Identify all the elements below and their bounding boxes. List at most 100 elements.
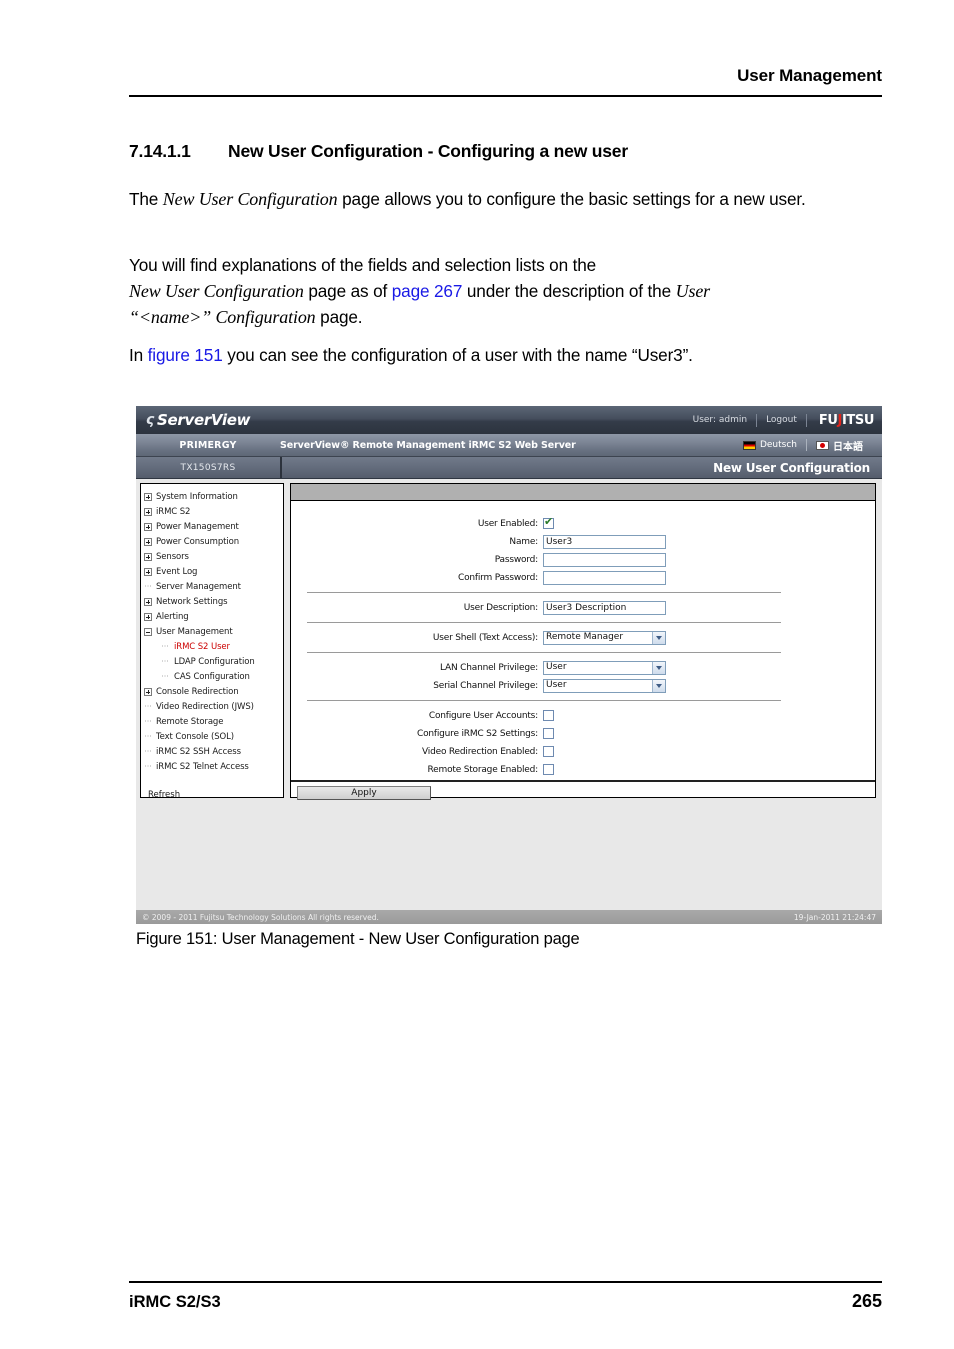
tree-item-label: Video Redirection (JWS) [156, 701, 254, 712]
tree-item-label: Remote Storage [156, 716, 224, 727]
p2-italic-nameconfig: “<name>” Configuration [129, 307, 316, 327]
tree-item-power-management[interactable]: Power Management [144, 519, 281, 534]
tree-item-ldap-configuration[interactable]: ··· LDAP Configuration [144, 654, 281, 669]
tree-connector-icon: ··· [144, 581, 152, 591]
link-page-267[interactable]: page 267 [392, 281, 463, 301]
tree-item-video-redirection-jws[interactable]: ··· Video Redirection (JWS) [144, 699, 281, 714]
tree-item-power-consumption[interactable]: Power Consumption [144, 534, 281, 549]
app-context-bar: TX150S7RS New User Configuration [136, 457, 882, 479]
p1-text-b: page allows you to configure the basic s… [337, 189, 806, 209]
input-user-description[interactable]: User3 Description [543, 600, 666, 615]
product-title: ServerView® Remote Management iRMC S2 We… [280, 439, 576, 451]
collapse-icon[interactable] [144, 627, 152, 636]
logout-link[interactable]: Logout [757, 415, 806, 425]
checkbox-configure-irmc[interactable] [543, 728, 554, 739]
input-name[interactable]: User3 [543, 534, 666, 549]
tree-connector-icon: ··· [144, 746, 152, 756]
tree-item-label: CAS Configuration [174, 671, 250, 682]
app-top-bar-right: User: admin Logout FUJITSU [684, 413, 882, 428]
tree-item-irmc-s2-user[interactable]: ··· iRMC S2 User [144, 639, 281, 654]
select-lan-privilege-value: User [546, 662, 567, 672]
tree-item-label: iRMC S2 SSH Access [156, 746, 241, 757]
checkbox-configure-user-accounts[interactable] [543, 710, 554, 721]
tree-item-alerting[interactable]: Alerting [144, 609, 281, 624]
expand-icon[interactable] [144, 507, 152, 516]
new-user-form: User Enabled: Name: User3 Password: Conf… [291, 515, 875, 800]
tree-item-system-information[interactable]: System Information [144, 489, 281, 504]
tree-item-irmc-s2[interactable]: iRMC S2 [144, 504, 281, 519]
field-confirm-password: Confirm Password: [291, 569, 875, 586]
tree-item-event-log[interactable]: Event Log [144, 564, 281, 579]
input-password[interactable] [543, 552, 666, 567]
footer-timestamp: 19-Jan-2011 21:24:47 [793, 912, 876, 922]
refresh-link[interactable]: Refresh [144, 790, 281, 797]
label-configure-irmc: Configure iRMC S2 Settings: [417, 728, 538, 739]
tree-item-server-management[interactable]: ··· Server Management [144, 579, 281, 594]
tree-connector-icon: ··· [161, 641, 169, 651]
tree-connector-icon: ··· [144, 731, 152, 741]
tree-item-cas-configuration[interactable]: ··· CAS Configuration [144, 669, 281, 684]
embedded-screenshot: ς ServerView User: admin Logout FUJITSU P… [136, 406, 882, 924]
tree-item-label: iRMC S2 User [174, 641, 230, 652]
language-german[interactable]: Deutsch [734, 440, 806, 450]
server-node-tab[interactable]: TX150S7RS [136, 457, 282, 478]
tree-item-label: LDAP Configuration [174, 656, 255, 667]
expand-icon[interactable] [144, 597, 152, 606]
expand-icon[interactable] [144, 552, 152, 561]
form-divider-4 [307, 700, 781, 701]
field-configure-user-accounts: Configure User Accounts: [291, 707, 875, 724]
p2-line1: You will find explanations of the fields… [129, 255, 597, 275]
expand-icon[interactable] [144, 492, 152, 501]
language-japanese[interactable]: 日本語 [807, 438, 872, 453]
link-figure-151[interactable]: figure 151 [148, 345, 223, 365]
paragraph-explanations: You will find explanations of the fields… [129, 252, 884, 330]
select-lan-privilege[interactable]: User [543, 660, 666, 675]
serverview-logo: ς ServerView [146, 411, 251, 429]
label-user-enabled: User Enabled: [477, 518, 538, 529]
p2-text-d: page. [315, 307, 363, 327]
tree-item-irmc-s2-ssh-access[interactable]: ··· iRMC S2 SSH Access [144, 744, 281, 759]
tree-item-remote-storage[interactable]: ··· Remote Storage [144, 714, 281, 729]
field-configure-irmc: Configure iRMC S2 Settings: [291, 725, 875, 742]
primergy-label: PRIMERGY [179, 439, 237, 451]
expand-icon[interactable] [144, 567, 152, 576]
apply-button[interactable]: Apply [297, 786, 431, 800]
field-serial-privilege: Serial Channel Privilege: User [291, 677, 875, 694]
p1-text-a: The [129, 189, 163, 209]
field-video-redirection: Video Redirection Enabled: [291, 743, 875, 760]
form-divider-2 [307, 622, 781, 623]
tree-item-irmc-s2-telnet-access[interactable]: ··· iRMC S2 Telnet Access [144, 759, 281, 774]
app-body: System Information iRMC S2 Power Managemen… [136, 479, 882, 914]
select-serial-privilege[interactable]: User [543, 678, 666, 693]
select-user-shell[interactable]: Remote Manager [543, 630, 666, 645]
tree-item-label: iRMC S2 [156, 506, 191, 517]
paragraph-intro: The New User Configuration page allows y… [129, 186, 884, 212]
expand-icon[interactable] [144, 612, 152, 621]
label-confirm-password: Confirm Password: [457, 572, 538, 583]
expand-icon[interactable] [144, 687, 152, 696]
tree-item-text-console-sol[interactable]: ··· Text Console (SOL) [144, 729, 281, 744]
checkbox-user-enabled[interactable] [543, 516, 554, 529]
tree-item-label: System Information [156, 491, 238, 502]
expand-icon[interactable] [144, 522, 152, 531]
checkbox-video-redirection[interactable] [543, 746, 554, 757]
current-user-label: User: admin [692, 415, 748, 425]
select-user-shell-value: Remote Manager [546, 632, 624, 642]
field-user-description: User Description: User3 Description [291, 599, 875, 616]
german-flag-icon [742, 440, 756, 450]
tree-item-label: Text Console (SOL) [156, 731, 234, 742]
checkbox-remote-storage[interactable] [543, 764, 554, 775]
language-japanese-label: 日本語 [833, 441, 863, 453]
tree-item-sensors[interactable]: Sensors [144, 549, 281, 564]
tree-item-network-settings[interactable]: Network Settings [144, 594, 281, 609]
label-serial-privilege: Serial Channel Privilege: [433, 680, 538, 691]
panel-title-strip [291, 484, 875, 501]
input-confirm-password[interactable] [543, 570, 666, 585]
footer-rule [129, 1281, 882, 1283]
tree-item-label: Alerting [156, 611, 189, 622]
running-head-title: User Management [737, 66, 882, 85]
label-video-redirection: Video Redirection Enabled: [422, 746, 538, 757]
tree-item-console-redirection[interactable]: Console Redirection [144, 684, 281, 699]
expand-icon[interactable] [144, 537, 152, 546]
tree-item-user-management[interactable]: User Management [144, 624, 281, 639]
